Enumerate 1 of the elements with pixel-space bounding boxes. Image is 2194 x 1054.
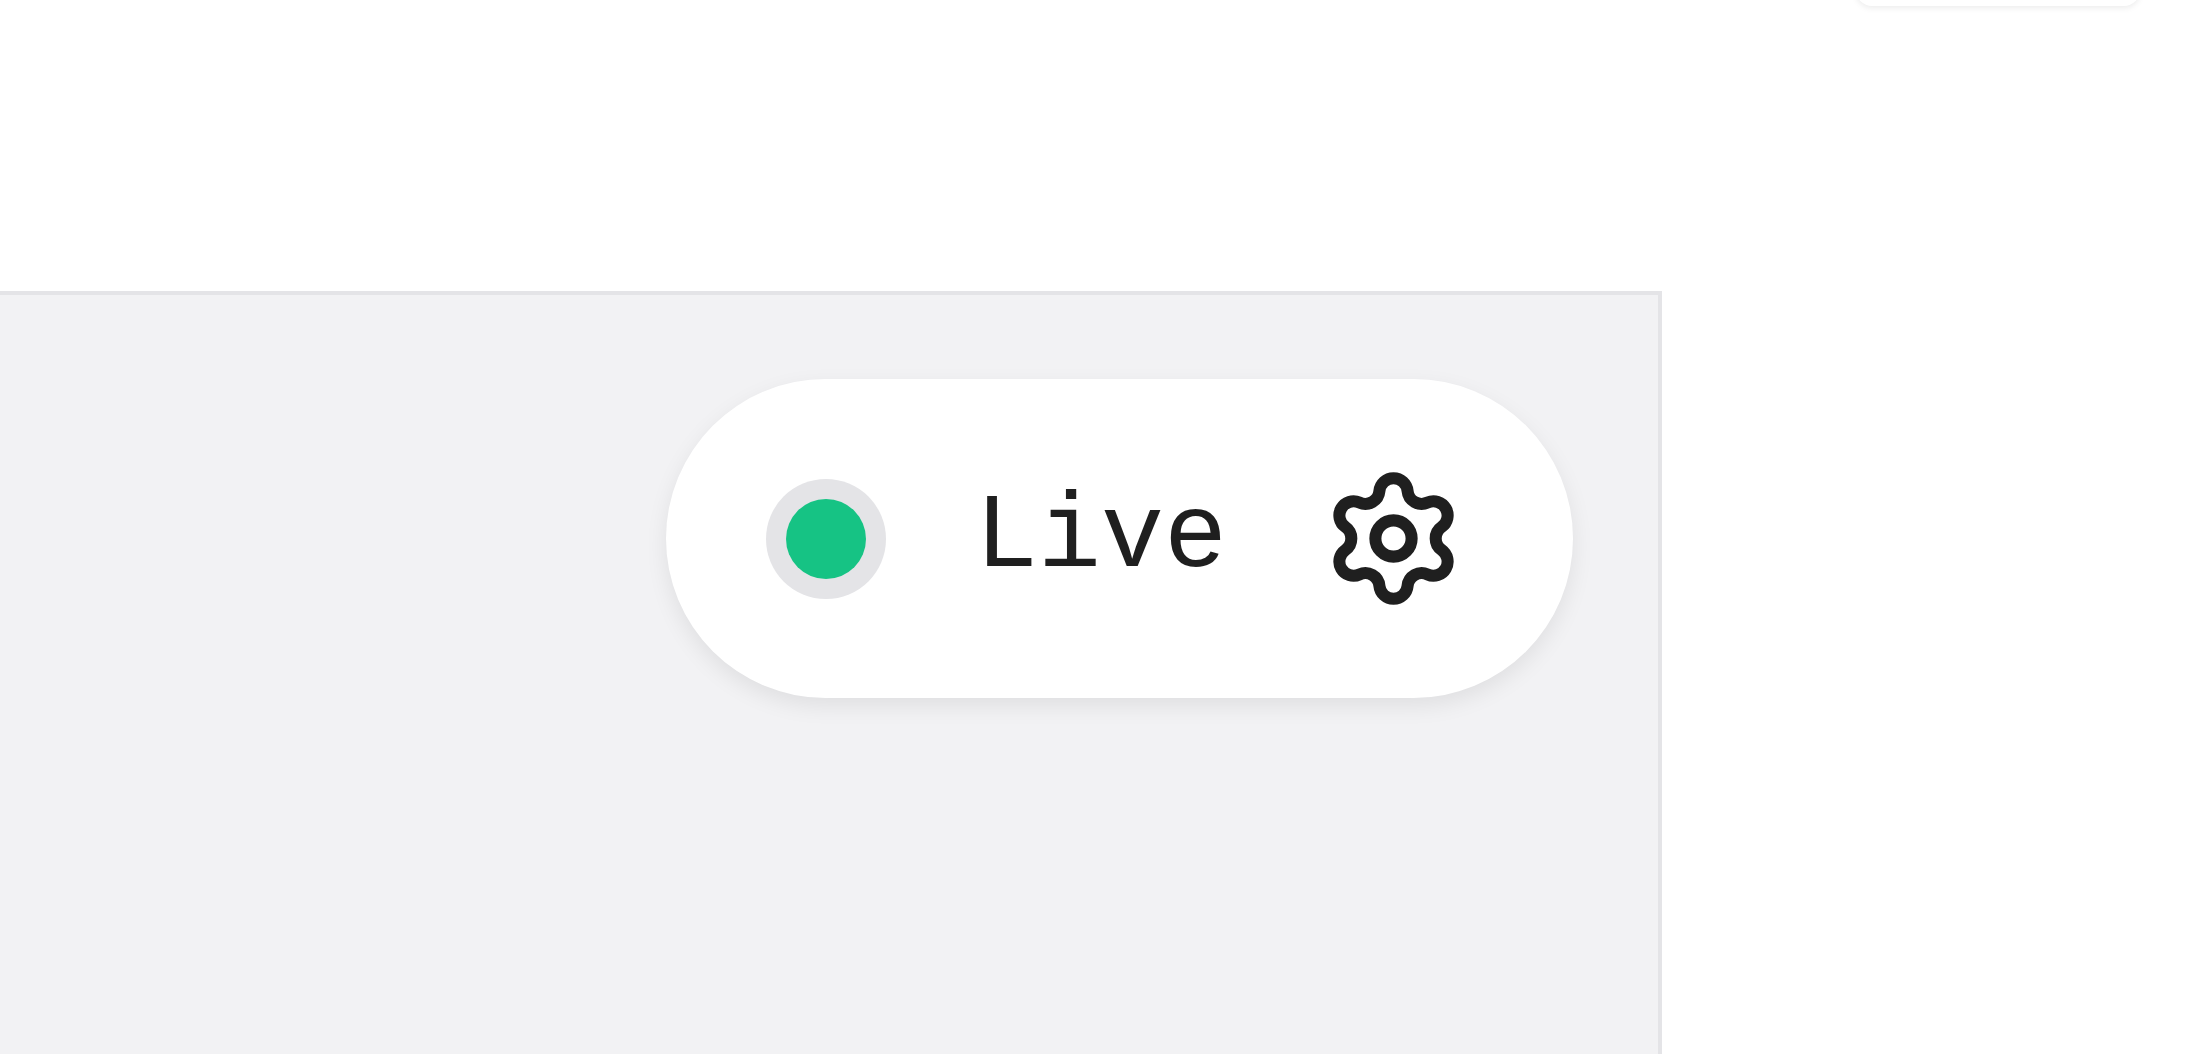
status-label: Live — [975, 486, 1228, 591]
